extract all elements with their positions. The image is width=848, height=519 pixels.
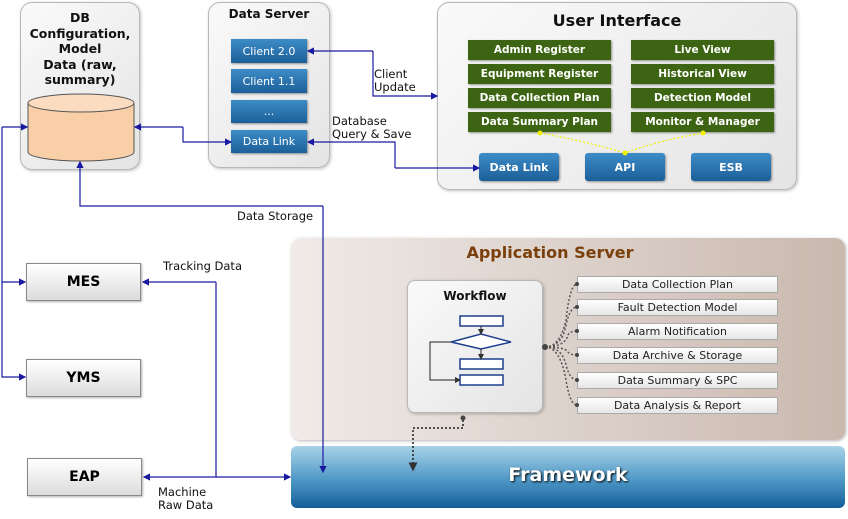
connectors — [1, 47, 706, 481]
database-query-label: Database Query & Save — [332, 115, 411, 141]
database-cylinder-icon — [27, 93, 135, 162]
architecture-diagram: Application Server Workflow Data Collect… — [0, 0, 848, 519]
data-storage-label: Data Storage — [237, 209, 314, 223]
tracking-data-label: Tracking Data — [163, 259, 242, 273]
client-update-label: Client Update — [374, 68, 416, 94]
label-line: Update — [374, 80, 416, 94]
flowchart-icon — [429, 315, 512, 386]
label-line: Raw Data — [158, 498, 214, 512]
machine-raw-data-label: Machine Raw Data — [158, 486, 213, 512]
label-line: Query & Save — [332, 127, 412, 141]
